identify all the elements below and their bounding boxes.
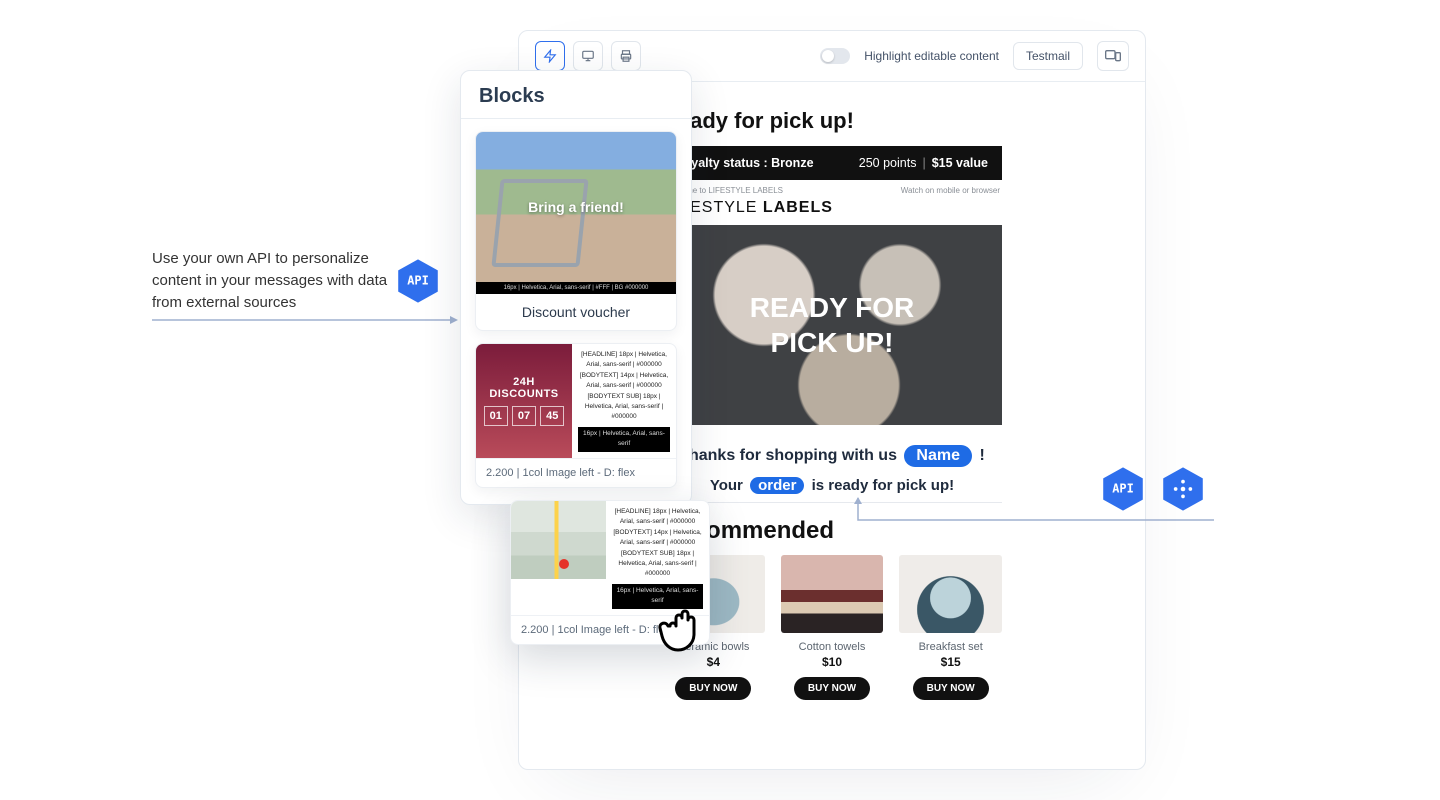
block-row: 24H DISCOUNTS 01 07 45 [HEADLINE] 18px |… <box>476 344 676 458</box>
arrow-left <box>152 316 458 324</box>
product-price: $15 <box>899 655 1002 669</box>
sub-pre: Your <box>710 477 747 494</box>
order-token-pill[interactable]: order <box>750 477 804 494</box>
annotation-api-text: Use your own API to personalize content … <box>152 248 392 313</box>
block-card-voucher[interactable]: Bring a friend! 16px | Helvetica, Arial,… <box>475 131 677 331</box>
countdown-digit: 07 <box>512 406 536 426</box>
email-top-meta: Welcome to LIFESTYLE LABELS Watch on mob… <box>662 180 1002 197</box>
countdown-digit: 45 <box>540 406 564 426</box>
responsive-button[interactable] <box>1097 41 1129 71</box>
countdown-l2: DISCOUNTS <box>489 388 558 400</box>
blocks-panel: Blocks Bring a friend! 16px | Helvetica,… <box>460 70 692 505</box>
block-hero-meta: 16px | Helvetica, Arial, sans-serif | #F… <box>476 282 676 294</box>
print-button[interactable] <box>611 41 641 71</box>
thanks-line: Thanks for shopping with us Name ! <box>662 445 1002 467</box>
api-label: API <box>407 274 429 288</box>
watch-link[interactable]: Watch on mobile or browser <box>901 186 1000 195</box>
toolbar-right: Highlight editable content Testmail <box>820 41 1129 71</box>
thanks-post: ! <box>979 447 984 464</box>
countdown-panel: 24H DISCOUNTS 01 07 45 <box>476 344 572 458</box>
product-image-towels <box>781 555 884 633</box>
buy-now-button[interactable]: BUY NOW <box>794 677 870 700</box>
block-map-thumbnail <box>511 501 606 579</box>
blocks-panel-title: Blocks <box>461 71 691 118</box>
loyalty-points-value: 250 points|$15 value <box>859 156 988 170</box>
grab-cursor-icon <box>650 592 714 656</box>
desktop-preview-button[interactable] <box>573 41 603 71</box>
hero-line2: PICK UP! <box>771 327 894 358</box>
countdown-digit: 01 <box>484 406 508 426</box>
thanks-block: Thanks for shopping with us Name ! Your … <box>662 425 1002 503</box>
inspector-tab-button[interactable] <box>535 41 565 71</box>
product-price: $4 <box>662 655 765 669</box>
spec-headline: [HEADLINE] 18px | Helvetica, Arial, sans… <box>578 350 670 371</box>
thanks-pre: Thanks for shopping with us <box>679 447 901 464</box>
buy-now-button[interactable]: BUY NOW <box>675 677 751 700</box>
product-price: $10 <box>781 655 884 669</box>
spec-bodytext: [BODYTEXT] 14px | Helvetica, Arial, sans… <box>578 371 670 392</box>
block-caption: Discount voucher <box>476 294 676 330</box>
hero-line1: READY FOR <box>750 292 914 323</box>
block-hero-text: Bring a friend! <box>528 199 624 215</box>
sub-post: is ready for pick up! <box>807 477 954 494</box>
spec-footer: 16px | Helvetica, Arial, sans-serif <box>578 427 670 452</box>
countdown-digits: 01 07 45 <box>484 406 565 426</box>
spec-bodytext: [BODYTEXT] 14px | Helvetica, Arial, sans… <box>612 528 703 549</box>
points-text: 250 points <box>859 156 917 170</box>
product-name: Breakfast set <box>899 641 1002 653</box>
spec-sub: [BODYTEXT SUB] 18px | Helvetica, Arial, … <box>612 549 703 580</box>
email-hero-image: READY FOR PICK UP! <box>662 225 1002 425</box>
brand-bold: LABELS <box>763 199 833 216</box>
print-icon <box>619 49 633 63</box>
devices-icon <box>1105 49 1121 63</box>
testmail-button[interactable]: Testmail <box>1013 42 1083 70</box>
block-footer: 2.200 | 1col Image left - D: flex <box>476 458 676 487</box>
toolbar-left <box>535 41 641 71</box>
order-line: Your order is ready for pick up! <box>662 477 1002 494</box>
divider <box>461 118 691 119</box>
product-card: Cotton towels $10 BUY NOW <box>781 555 884 700</box>
api-label: API <box>1112 482 1134 496</box>
highlight-toggle[interactable] <box>820 48 850 64</box>
loyalty-bar: Loyalty status : Bronze 250 points|$15 v… <box>662 146 1002 180</box>
brand-logo: LIFESTYLE LABELS <box>662 197 1002 217</box>
api-hex-badge-right: API <box>1100 466 1146 512</box>
loyalty-status: Loyalty status : Bronze <box>676 156 814 170</box>
product-card: Breakfast set $15 BUY NOW <box>899 555 1002 700</box>
product-image-breakfast <box>899 555 1002 633</box>
buy-now-button[interactable]: BUY NOW <box>913 677 989 700</box>
block-hero-image: Bring a friend! <box>476 132 676 282</box>
integration-hex-badge <box>1160 466 1206 512</box>
spec-headline: [HEADLINE] 18px | Helvetica, Arial, sans… <box>612 507 703 528</box>
product-name: Cotton towels <box>781 641 884 653</box>
bolt-icon <box>543 49 557 63</box>
desktop-icon <box>581 49 595 63</box>
countdown-title: 24H DISCOUNTS <box>489 376 558 400</box>
hero-text: READY FOR PICK UP! <box>750 290 914 360</box>
block-specs: [HEADLINE] 18px | Helvetica, Arial, sans… <box>572 344 676 458</box>
highlight-toggle-label: Highlight editable content <box>864 49 999 63</box>
block-card-countdown[interactable]: 24H DISCOUNTS 01 07 45 [HEADLINE] 18px |… <box>475 343 677 488</box>
name-token-pill[interactable]: Name <box>904 445 972 467</box>
value-text: $15 value <box>932 156 988 170</box>
countdown-l1: 24H <box>513 376 535 388</box>
spec-sub: [BODYTEXT SUB] 18px | Helvetica, Arial, … <box>578 392 670 423</box>
api-hex-badge-left: API <box>395 258 441 304</box>
email-title: Ready for pick up! <box>662 102 1002 146</box>
